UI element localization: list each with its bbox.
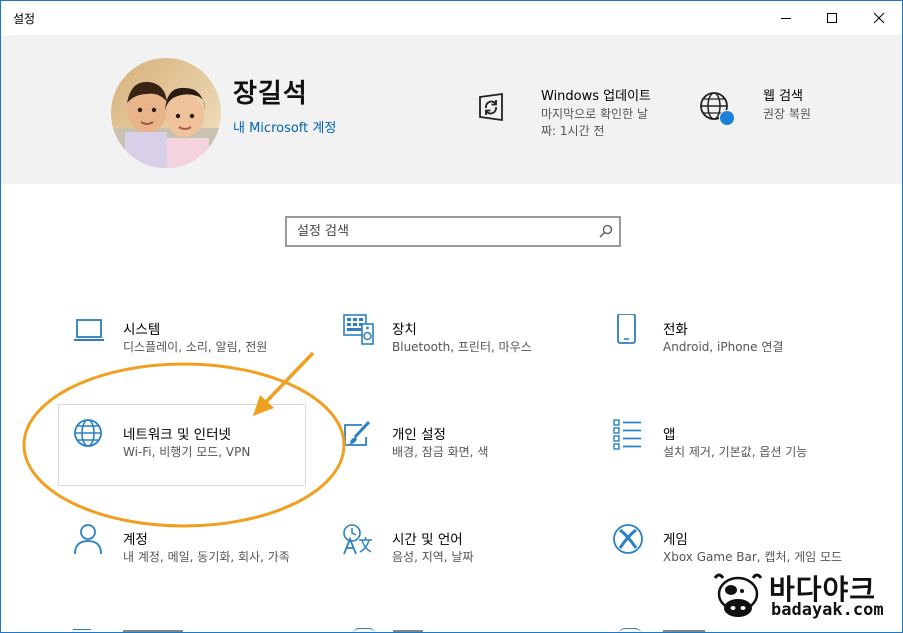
microsoft-account-link[interactable]: 내 Microsoft 계정 (233, 117, 336, 136)
tile-apps-label: 앱 (663, 427, 676, 443)
close-icon (873, 12, 885, 24)
maximize-icon (827, 13, 837, 23)
time-language-icon (343, 524, 372, 555)
keyboard-icon (343, 314, 374, 345)
tile-time-language[interactable]: 시간 및 언어 음성, 지역, 날짜 (342, 524, 592, 614)
windows-update-status: 마지막으로 확인한 날 (541, 107, 648, 121)
tile-time-language-label: 시간 및 언어 (392, 532, 463, 548)
user-name: 장길석 (233, 79, 308, 109)
settings-search-box[interactable] (285, 216, 621, 247)
tile-devices-label: 장치 (392, 322, 417, 338)
globe-icon (700, 92, 735, 126)
search-icon[interactable] (599, 224, 613, 238)
tile-phone-label: 전화 (663, 322, 688, 338)
close-button[interactable] (856, 1, 902, 35)
tile-accounts[interactable]: 계정 내 계정, 메일, 동기화, 회사, 가족 (73, 524, 323, 614)
tile-devices[interactable]: 장치 Bluetooth, 프린터, 마우스 (342, 314, 592, 404)
tile-accounts-label: 계정 (123, 532, 148, 548)
tile-phone[interactable]: 전화 Android, iPhone 연결 (613, 314, 863, 404)
window-title: 설정 (13, 12, 36, 26)
tile-apps[interactable]: 앱 설치 제거, 기본값, 옵션 기능 (613, 419, 863, 509)
web-search-subtitle: 권장 복원 (763, 107, 811, 121)
minimize-button[interactable] (763, 1, 809, 35)
tile-system-desc: 디스플레이, 소리, 알림, 전원 (123, 340, 268, 354)
windows-update-status-2: 짜: 1시간 전 (541, 124, 605, 138)
minimize-icon (781, 18, 791, 19)
tile-network-label: 네트워크 및 인터넷 (123, 427, 231, 443)
xbox-icon (613, 524, 643, 554)
account-header: 장길석 내 Microsoft 계정 Windows 업데이트 마지막으로 확인… (1, 35, 902, 184)
tile-network-desc: Wi-Fi, 비행기 모드, VPN (123, 445, 251, 459)
watermark-domain: badayak.com (771, 600, 884, 620)
tile-gaming-label: 게임 (663, 532, 688, 548)
title-bar: 설정 (1, 1, 902, 35)
tile-devices-desc: Bluetooth, 프린터, 마우스 (392, 340, 532, 354)
globe-icon (74, 419, 102, 447)
avatar[interactable] (111, 58, 221, 168)
tile-phone-desc: Android, iPhone 연결 (663, 340, 784, 354)
maximize-button[interactable] (809, 1, 855, 35)
watermark-logo: 바다야크 badayak.com (709, 566, 899, 628)
phone-icon (617, 314, 636, 344)
cow-icon (713, 573, 763, 617)
tile-apps-desc: 설치 제거, 기본값, 옵션 기능 (663, 445, 808, 459)
tile-system-label: 시스템 (123, 322, 161, 338)
search-input[interactable] (287, 218, 587, 245)
tile-personalization-desc: 배경, 잠금 화면, 색 (392, 445, 489, 459)
tile-network[interactable]: 네트워크 및 인터넷 Wi-Fi, 비행기 모드, VPN (73, 419, 323, 509)
sync-icon (479, 92, 503, 122)
tile-gaming-desc: Xbox Game Bar, 캡처, 게임 모드 (663, 550, 843, 564)
laptop-icon (74, 319, 104, 341)
tile-accounts-desc: 내 계정, 메일, 동기화, 회사, 가족 (123, 550, 290, 564)
settings-window: 설정 장길석 내 Microsoft 계정 Windows 업데이트 마지막으로… (0, 0, 903, 633)
windows-update-title: Windows 업데이트 (541, 89, 652, 104)
paint-icon (344, 420, 371, 446)
tile-personalization-label: 개인 설정 (392, 427, 446, 443)
apps-list-icon (613, 419, 641, 450)
tile-personalization[interactable]: 개인 설정 배경, 잠금 화면, 색 (342, 419, 592, 509)
web-search-title: 웹 검색 (763, 89, 804, 104)
tile-system[interactable]: 시스템 디스플레이, 소리, 알림, 전원 (73, 314, 323, 404)
tile-time-language-desc: 음성, 지역, 날짜 (392, 550, 474, 564)
person-icon (74, 524, 102, 555)
